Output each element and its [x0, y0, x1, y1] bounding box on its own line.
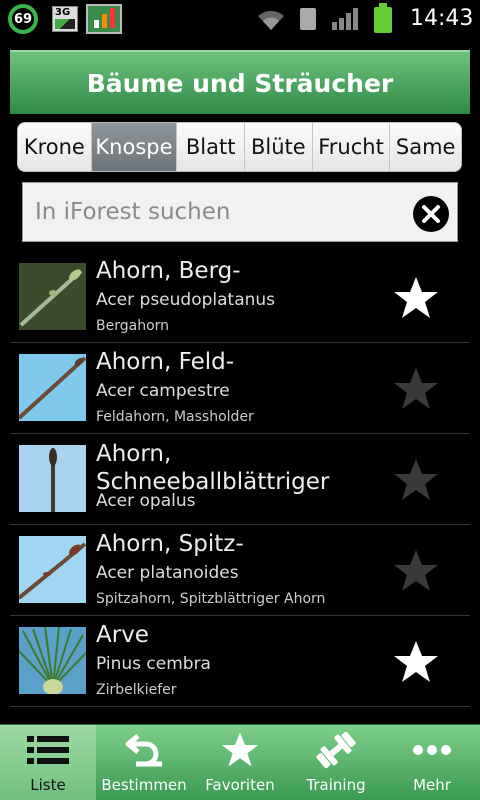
item-name: Arve [96, 622, 149, 648]
list-item[interactable]: Ahorn, Spitz- Acer platanoides Spitzahor… [10, 525, 470, 616]
item-latin-name: Acer platanoides [96, 563, 239, 583]
favorite-star-icon[interactable] [392, 548, 440, 594]
bud-thumbnail [19, 354, 86, 421]
nav-training[interactable]: Training [288, 725, 384, 800]
tab-bluete[interactable]: Blüte [244, 123, 313, 171]
network-type: 3G [55, 7, 71, 18]
identify-icon [125, 734, 162, 767]
bud-thumbnail [19, 445, 86, 512]
bud-thumbnail [19, 627, 86, 694]
nav-favoriten[interactable]: Favoriten [192, 725, 288, 800]
tab-blatt[interactable]: Blatt [177, 123, 245, 171]
battery-percent: 69 [13, 11, 33, 27]
favorite-star-icon[interactable] [392, 457, 440, 503]
nav-label: Favoriten [205, 776, 275, 794]
nav-liste[interactable]: Liste [0, 725, 96, 800]
item-name: Ahorn, Schneeballblättriger [96, 441, 330, 494]
star-icon [221, 732, 259, 767]
app-screen: 69 3G 14:43 Bäume und Sträucher Krone Kn… [0, 0, 480, 800]
item-latin-name: Pinus cembra [96, 654, 211, 674]
bud-thumbnail [19, 263, 86, 330]
bud-thumbnail [19, 536, 86, 603]
nav-mehr[interactable]: Mehr [384, 725, 480, 800]
dumbbell-icon [316, 731, 356, 769]
favorite-star-icon[interactable] [392, 366, 440, 412]
favorite-star-icon[interactable] [392, 275, 440, 321]
tab-frucht[interactable]: Frucht [312, 123, 391, 171]
search-box [22, 182, 458, 242]
nav-label: Bestimmen [101, 776, 187, 794]
close-icon [422, 205, 440, 223]
item-name: Ahorn, Feld- [96, 349, 235, 375]
clock: 14:43 [410, 6, 474, 31]
item-common-name: Bergahorn [96, 318, 170, 334]
category-tabs: Krone Knospe Blatt Blüte Frucht Same [17, 122, 462, 172]
sim-icon [300, 8, 316, 30]
network-3g-icon: 3G [52, 6, 78, 32]
signal-icon [332, 8, 360, 30]
app-notification-icon [86, 4, 122, 34]
item-latin-name: Acer campestre [96, 381, 230, 401]
search-input[interactable] [23, 183, 403, 241]
tab-knospe[interactable]: Knospe [91, 123, 178, 171]
item-common-name: Feldahorn, Massholder [96, 409, 254, 425]
more-icon [413, 745, 451, 755]
favorite-star-icon[interactable] [392, 639, 440, 685]
clear-search-button[interactable] [413, 196, 449, 232]
wifi-icon [258, 10, 284, 30]
item-common-name: Zirbelkiefer [96, 682, 177, 698]
tab-same[interactable]: Same [390, 123, 461, 171]
page-title: Bäume und Sträucher [86, 68, 394, 98]
item-latin-name: Acer pseudoplatanus [96, 290, 276, 310]
nav-bestimmen[interactable]: Bestimmen [96, 725, 192, 800]
species-list: Ahorn, Berg- Acer pseudoplatanus Bergaho… [10, 252, 470, 707]
title-bar: Bäume und Sträucher [10, 50, 470, 114]
list-icon [27, 736, 69, 764]
list-item[interactable]: Ahorn, Berg- Acer pseudoplatanus Bergaho… [10, 252, 470, 343]
list-item[interactable]: Arve Pinus cembra Zirbelkiefer [10, 616, 470, 707]
nav-label: Training [306, 776, 366, 794]
item-common-name: Spitzahorn, Spitzblättriger Ahorn [96, 591, 326, 607]
bottom-nav: Liste Bestimmen Favoriten Training Mehr [0, 724, 480, 800]
item-name: Ahorn, Spitz- [96, 531, 244, 557]
nav-label: Mehr [413, 776, 451, 794]
list-item[interactable]: Ahorn, Feld- Acer campestre Feldahorn, M… [10, 343, 470, 434]
nav-label: Liste [30, 776, 66, 794]
battery-percent-icon: 69 [8, 4, 38, 34]
tab-krone[interactable]: Krone [18, 123, 92, 171]
item-name: Ahorn, Berg- [96, 258, 241, 284]
list-item[interactable]: Ahorn, Schneeballblättriger Acer opalus [10, 434, 470, 525]
item-latin-name: Acer opalus [96, 491, 196, 511]
status-bar: 69 3G 14:43 [0, 0, 480, 38]
battery-icon [374, 3, 392, 33]
